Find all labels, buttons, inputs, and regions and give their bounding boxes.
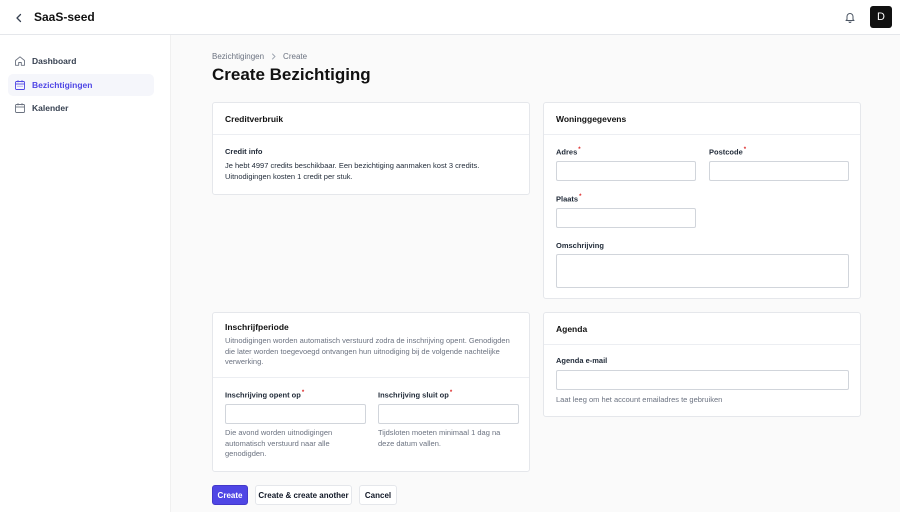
bell-icon <box>845 13 855 23</box>
agenda-email-input[interactable] <box>556 370 849 390</box>
inschrijving-sluit-input[interactable] <box>378 404 519 424</box>
breadcrumb-parent-link[interactable]: Bezichtigingen <box>212 52 264 61</box>
calendar-icon <box>14 79 26 91</box>
sidebar-item-label: Bezichtigingen <box>32 80 93 90</box>
chevron-left-icon <box>16 13 22 23</box>
app-title: SaaS-seed <box>34 10 95 24</box>
sidebar-item-bezichtigingen[interactable]: Bezichtigingen <box>8 74 154 96</box>
inschrijf-card-header: Inschrijfperiode Uitnodigingen worden au… <box>225 322 515 368</box>
woning-card: Woninggegevens Adres* Postcode* Plaats* … <box>543 102 861 299</box>
sidebar-item-kalender[interactable]: Kalender <box>8 97 154 119</box>
postcode-input[interactable] <box>709 161 849 181</box>
credit-card-header: Creditverbruik <box>213 103 529 135</box>
inschrijving-sluit-label: Inschrijving sluit op* <box>378 390 453 400</box>
home-icon <box>14 55 26 67</box>
inschrijving-sluit-help: Tijdsloten moeten minimaal 1 dag na deze… <box>378 428 501 448</box>
inschrijf-card-title: Inschrijfperiode <box>225 322 289 332</box>
required-mark: * <box>449 390 453 396</box>
breadcrumb-current: Create <box>283 52 308 61</box>
woning-card-header: Woninggegevens <box>544 103 860 135</box>
postcode-label: Postcode* <box>709 147 747 157</box>
required-mark: * <box>578 147 581 153</box>
sidebar-item-label: Kalender <box>32 103 69 113</box>
page-title: Create Bezichtiging <box>212 65 371 84</box>
create-button[interactable]: Create <box>212 485 248 505</box>
agenda-email-help: Laat leeg om het account emailadres te g… <box>556 395 723 404</box>
breadcrumb: Bezichtigingen Create <box>212 52 307 61</box>
inschrijving-opent-help: Die avond worden uitnodigingen automatis… <box>225 428 333 458</box>
agenda-card-header: Agenda <box>544 313 860 345</box>
avatar[interactable]: D <box>870 6 892 28</box>
credit-info-label: Credit info <box>225 147 263 156</box>
adres-input[interactable] <box>556 161 696 181</box>
plaats-label: Plaats* <box>556 194 582 204</box>
adres-label: Adres* <box>556 147 581 157</box>
inschrijving-opent-label: Inschrijving opent op* <box>225 390 305 400</box>
omschrijving-label: Omschrijving <box>556 241 604 250</box>
agenda-email-label: Agenda e-mail <box>556 356 608 365</box>
inschrijf-card-description: Uitnodigingen worden automatisch verstuu… <box>225 336 510 366</box>
agenda-card: Agenda Agenda e-mail Laat leeg om het ac… <box>543 312 861 417</box>
top-bar: SaaS-seed D <box>0 0 900 35</box>
sidebar-item-label: Dashboard <box>32 56 77 66</box>
cancel-button[interactable]: Cancel <box>359 485 397 505</box>
plaats-input[interactable] <box>556 208 696 228</box>
chevron-right-icon <box>270 53 277 60</box>
back-button[interactable] <box>10 9 28 27</box>
inschrijving-opent-input[interactable] <box>225 404 366 424</box>
divider <box>213 377 529 378</box>
main-content: Bezichtigingen Create Create Bezichtigin… <box>170 35 900 512</box>
omschrijving-textarea[interactable] <box>556 254 849 288</box>
sidebar-item-dashboard[interactable]: Dashboard <box>8 50 154 72</box>
sidebar: Dashboard Bezichtigingen Kalender <box>0 35 170 512</box>
create-another-button[interactable]: Create & create another <box>255 485 352 505</box>
notifications-button[interactable] <box>842 9 858 25</box>
required-mark: * <box>743 147 747 153</box>
inschrijf-card: Inschrijfperiode Uitnodigingen worden au… <box>212 312 530 472</box>
credit-card: Creditverbruik Credit info Je hebt 4997 … <box>212 102 530 195</box>
required-mark: * <box>301 390 305 396</box>
credit-info-text: Je hebt 4997 credits beschikbaar. Een be… <box>225 161 480 181</box>
required-mark: * <box>579 194 582 200</box>
calendar-icon <box>14 102 26 114</box>
